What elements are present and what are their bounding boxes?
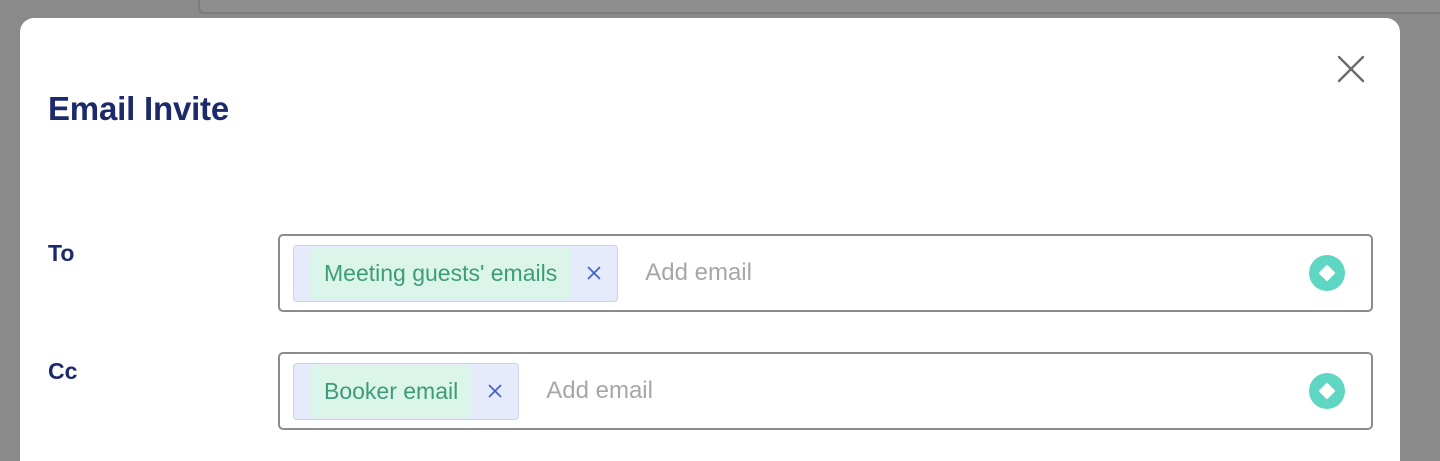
background-page-edge (1400, 14, 1440, 461)
close-icon (1337, 55, 1365, 83)
cc-label: Cc (48, 358, 78, 384)
background-page-panel (198, 0, 1440, 14)
to-add-email-input[interactable] (645, 253, 1309, 293)
chip-remove-button[interactable] (585, 264, 603, 282)
modal-title: Email Invite (48, 90, 230, 127)
chip-label: Booker email (310, 365, 473, 417)
email-invite-modal: Email Invite To Meeting guests' emails C… (20, 18, 1400, 461)
close-icon (488, 384, 502, 398)
to-label: To (48, 240, 75, 266)
cc-add-email-input[interactable] (546, 371, 1309, 411)
chip-remove-button[interactable] (486, 382, 504, 400)
email-chip: Meeting guests' emails (293, 244, 619, 302)
email-chip: Booker email (293, 362, 520, 420)
cc-email-field[interactable]: Booker email (278, 352, 1373, 430)
close-button[interactable] (1332, 50, 1370, 88)
chip-label: Meeting guests' emails (310, 247, 572, 299)
diamond-circle-icon[interactable] (1309, 373, 1345, 409)
close-icon (587, 266, 601, 280)
to-email-field[interactable]: Meeting guests' emails (278, 234, 1373, 312)
diamond-circle-icon[interactable] (1309, 255, 1345, 291)
